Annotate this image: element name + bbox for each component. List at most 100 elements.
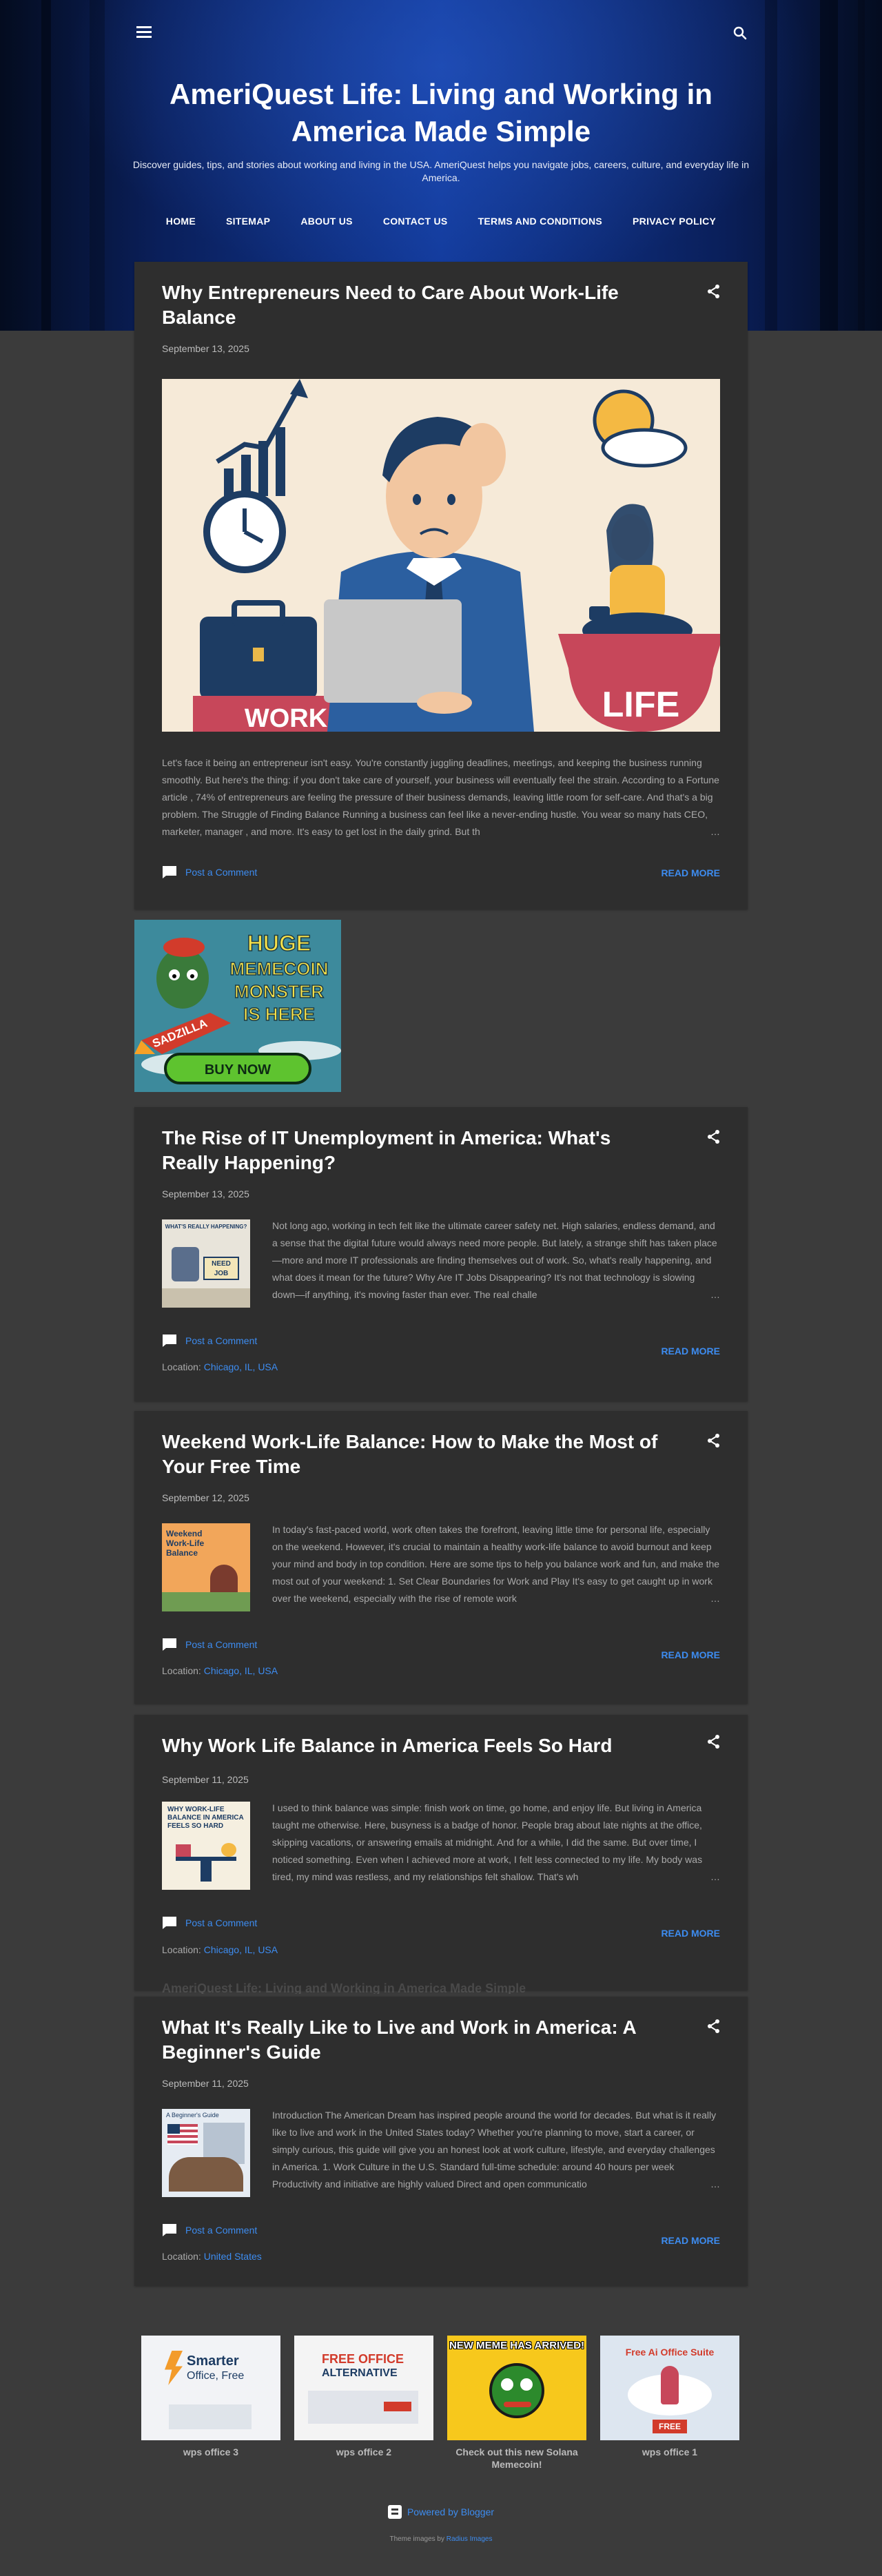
comment-icon	[163, 2224, 176, 2236]
snippet-ellipsis: …	[624, 1868, 720, 1886]
tree-silhouette	[858, 0, 865, 331]
gadget-item[interactable]: FREE OFFICE ALTERNATIVE wps office 2	[294, 2336, 433, 2458]
snippet-ellipsis: …	[624, 1286, 720, 1304]
theme-credit: Theme images by Radius Images	[389, 2535, 493, 2543]
post-comment-link[interactable]: Post a Comment	[162, 865, 257, 879]
post-comment-link[interactable]: Post a Comment	[162, 1916, 257, 1930]
post-date: September 11, 2025	[162, 2078, 249, 2089]
post-snippet: Introduction The American Dream has insp…	[272, 2107, 720, 2193]
post-thumbnail[interactable]: Weekend Work-Life Balance	[162, 1523, 250, 1611]
svg-text:LIFE: LIFE	[602, 685, 680, 725]
read-more-link[interactable]: READ MORE	[661, 1346, 720, 1357]
tree-silhouette	[41, 0, 51, 331]
read-more-link[interactable]: READ MORE	[661, 2235, 720, 2246]
post-title[interactable]: What It's Really Like to Live and Work i…	[162, 2015, 672, 2065]
post-date: September 12, 2025	[162, 1492, 249, 1503]
nav-about-us[interactable]: ABOUT US	[285, 216, 368, 227]
post-title[interactable]: Why Entrepreneurs Need to Care About Wor…	[162, 280, 672, 330]
post-title[interactable]: The Rise of IT Unemployment in America: …	[162, 1126, 672, 1175]
location-link[interactable]: Chicago, IL, USA	[204, 1665, 278, 1676]
gadget-item[interactable]: NEW MEME HAS ARRIVED! Check out this new…	[447, 2336, 586, 2471]
svg-text:WORK: WORK	[245, 704, 328, 732]
nav-privacy[interactable]: PRIVACY POLICY	[617, 216, 731, 227]
post-title[interactable]: Why Work Life Balance in America Feels S…	[162, 1733, 672, 1758]
post-comment-link[interactable]: Post a Comment	[162, 1638, 257, 1651]
post-date: September 11, 2025	[162, 1774, 249, 1785]
comment-icon	[163, 1917, 176, 1929]
post-comment-link[interactable]: Post a Comment	[162, 1334, 257, 1348]
post-snippet: Let's face it being an entrepreneur isn'…	[162, 754, 720, 841]
read-more-link[interactable]: READ MORE	[661, 1649, 720, 1660]
snippet-ellipsis: …	[624, 1590, 720, 1607]
gadget-image[interactable]: NEW MEME HAS ARRIVED!	[447, 2336, 586, 2440]
gadget-caption[interactable]: wps office 3	[141, 2446, 280, 2458]
nav-contact-us[interactable]: CONTACT US	[368, 216, 463, 227]
featured-image[interactable]: WORK LIFE	[162, 379, 724, 733]
post-location: Location: Chicago, IL, USA	[162, 1665, 278, 1676]
svg-text:HUGE: HUGE	[247, 931, 311, 956]
blog-title[interactable]: AmeriQuest Life: Living and Working in A…	[131, 76, 751, 150]
tree-silhouette	[820, 0, 838, 331]
location-link[interactable]: Chicago, IL, USA	[204, 1944, 278, 1955]
comment-icon	[163, 1638, 176, 1651]
sticky-header-ghost: AmeriQuest Life: Living and Working in A…	[162, 1981, 526, 1994]
post-location: Location: Chicago, IL, USA	[162, 1944, 278, 1955]
gadget-caption[interactable]: Check out this new Solana Memecoin!	[447, 2446, 586, 2471]
comment-icon	[163, 1335, 176, 1347]
gadget-caption[interactable]: wps office 2	[294, 2446, 433, 2458]
gadget-caption[interactable]: wps office 1	[600, 2446, 739, 2458]
gadget-item[interactable]: Smarter Office, Free wps office 3	[141, 2336, 280, 2458]
blogger-icon	[387, 2505, 402, 2519]
search-icon[interactable]	[732, 25, 748, 41]
share-icon[interactable]	[706, 1433, 721, 1448]
tree-silhouette	[90, 0, 105, 331]
read-more-link[interactable]: READ MORE	[661, 867, 720, 878]
post-card: Weekend Work-Life Balance: How to Make t…	[134, 1411, 748, 1704]
post-card: Why Work Life Balance in America Feels S…	[134, 1715, 748, 1990]
post-title[interactable]: Weekend Work-Life Balance: How to Make t…	[162, 1430, 672, 1479]
svg-text:MONSTER: MONSTER	[234, 981, 324, 1002]
featured-post: Why Entrepreneurs Need to Care About Wor…	[134, 262, 748, 909]
tree-silhouette	[765, 0, 777, 331]
nav-terms[interactable]: TERMS AND CONDITIONS	[463, 216, 617, 227]
main-nav: HOME SITEMAP ABOUT US CONTACT US TERMS A…	[0, 216, 882, 227]
memecoin-ad-banner[interactable]: SADZILLA HUGE MEMECOIN MONSTER IS HERE B…	[134, 920, 341, 1092]
share-icon[interactable]	[706, 284, 721, 299]
post-comment-link[interactable]: Post a Comment	[162, 2223, 257, 2237]
gadget-image[interactable]: Free Ai Office Suite FREE	[600, 2336, 739, 2440]
post-location: Location: United States	[162, 2251, 262, 2262]
gadget-image[interactable]: Smarter Office, Free	[141, 2336, 280, 2440]
share-icon[interactable]	[706, 2019, 721, 2034]
post-card: What It's Really Like to Live and Work i…	[134, 1997, 748, 2286]
gadget-item[interactable]: Free Ai Office Suite FREE wps office 1	[600, 2336, 739, 2458]
svg-text:BUY NOW: BUY NOW	[205, 1062, 271, 1078]
svg-text:MEMECOIN: MEMECOIN	[230, 958, 329, 979]
post-thumbnail[interactable]: A Beginner's Guide	[162, 2109, 250, 2197]
theme-author-link[interactable]: Radius Images	[447, 2535, 493, 2543]
post-date: September 13, 2025	[162, 343, 249, 354]
read-more-link[interactable]: READ MORE	[661, 1928, 720, 1939]
svg-text:IS HERE: IS HERE	[243, 1004, 315, 1024]
powered-by-blogger-link[interactable]: Powered by Blogger	[407, 2506, 494, 2517]
blog-description: Discover guides, tips, and stories about…	[132, 159, 750, 183]
gadget-image[interactable]: FREE OFFICE ALTERNATIVE	[294, 2336, 433, 2440]
comment-icon	[163, 866, 176, 878]
post-snippet: I used to think balance was simple: fini…	[272, 1800, 720, 1886]
location-link[interactable]: United States	[204, 2251, 262, 2262]
post-location: Location: Chicago, IL, USA	[162, 1361, 278, 1372]
snippet-ellipsis: …	[624, 823, 720, 841]
post-date: September 13, 2025	[162, 1188, 249, 1199]
post-thumbnail[interactable]: WHAT'S REALLY HAPPENING? NEED JOB	[162, 1219, 250, 1308]
post-snippet: In today's fast-paced world, work often …	[272, 1521, 720, 1607]
hamburger-menu-icon[interactable]	[136, 26, 152, 39]
post-card: The Rise of IT Unemployment in America: …	[134, 1107, 748, 1401]
nav-sitemap[interactable]: SITEMAP	[211, 216, 285, 227]
share-icon[interactable]	[706, 1734, 721, 1749]
snippet-ellipsis: …	[624, 2176, 720, 2193]
nav-home[interactable]: HOME	[151, 216, 211, 227]
share-icon[interactable]	[706, 1129, 721, 1144]
powered-by[interactable]: Powered by Blogger	[0, 2505, 882, 2519]
location-link[interactable]: Chicago, IL, USA	[204, 1361, 278, 1372]
post-snippet: Not long ago, working in tech felt like …	[272, 1217, 720, 1304]
post-thumbnail[interactable]: WHY WORK-LIFE BALANCE IN AMERICA FEELS S…	[162, 1802, 250, 1890]
